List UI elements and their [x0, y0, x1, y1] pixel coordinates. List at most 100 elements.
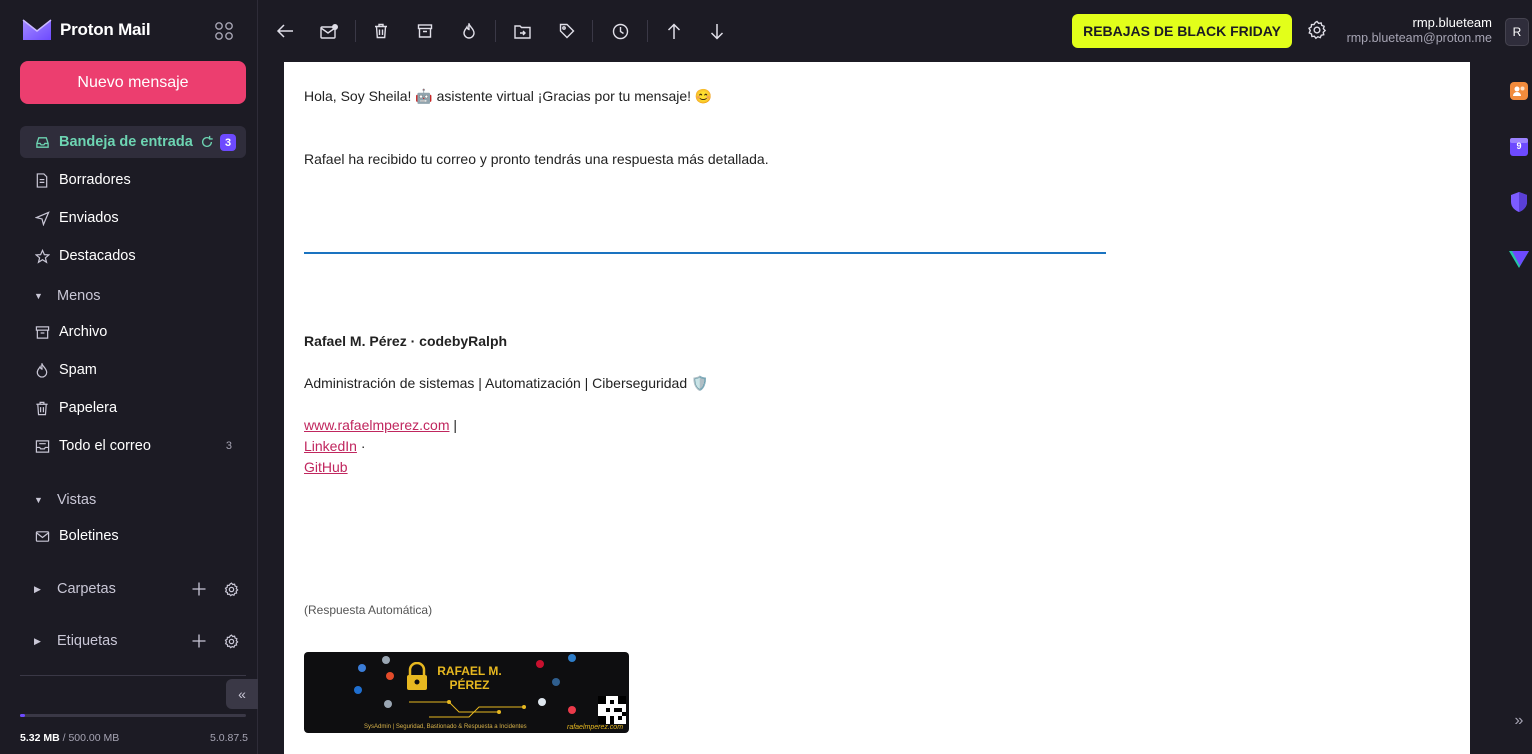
website-link[interactable]: www.rafaelmperez.com — [304, 417, 450, 433]
section-label: Carpetas — [57, 581, 116, 597]
calendar-icon[interactable]: 9 — [1508, 136, 1530, 158]
sidebar-toggle-labels[interactable]: ▶ Etiquetas — [20, 626, 246, 656]
sidebar-toggle-views[interactable]: ▼ Vistas — [20, 485, 246, 515]
user-email: rmp.blueteam@proton.me — [1346, 31, 1492, 45]
user-account-menu[interactable]: rmp.blueteam rmp.blueteam@proton.me — [1347, 15, 1492, 45]
caret-down-icon: ▼ — [34, 495, 43, 505]
folder-settings-gear-icon[interactable] — [222, 580, 240, 598]
proton-logo-icon — [22, 19, 52, 40]
sidebar-item-label: Papelera — [59, 400, 118, 416]
back-arrow-icon[interactable] — [274, 20, 296, 42]
apps-grid-icon[interactable] — [214, 21, 234, 41]
newsletter-icon — [34, 528, 50, 544]
auto-reply-note: (Respuesta Automática) — [304, 603, 433, 617]
storage-usage: 5.32 MB / 500.00 MB — [20, 732, 119, 744]
sidebar-item-label: Todo el correo — [59, 438, 151, 454]
message-view: Hola, Soy Sheila! 🤖 asistente virtual ¡G… — [259, 62, 1496, 754]
signature-role: Administración de sistemas | Automatizac… — [304, 375, 709, 391]
tech-logo-dot — [536, 660, 544, 668]
previous-arrow-up-icon[interactable] — [663, 20, 685, 42]
tech-logo-dot — [354, 686, 362, 694]
sidebar: Proton Mail Nuevo mensaje Bandeja de ent… — [0, 0, 258, 754]
toolbar-separator — [592, 20, 593, 42]
label-tag-icon[interactable] — [556, 20, 578, 42]
snooze-clock-icon[interactable] — [609, 20, 631, 42]
section-label: Etiquetas — [57, 633, 118, 649]
app-name: Proton Mail — [60, 20, 151, 39]
proton-vpn-shield-icon[interactable] — [1508, 191, 1530, 213]
sidebar-item-label: Enviados — [59, 210, 119, 226]
sidebar-item-all-mail[interactable]: Todo el correo 3 — [20, 430, 246, 462]
all-mail-count: 3 — [225, 440, 232, 452]
label-settings-gear-icon[interactable] — [222, 632, 240, 650]
sidebar-item-drafts[interactable]: Borradores — [20, 164, 246, 196]
proton-mail-logo[interactable]: Proton Mail — [22, 18, 151, 42]
app-version: 5.0.87.5 — [210, 732, 248, 744]
tech-logo-dot — [568, 706, 576, 714]
signature-web-line: www.rafaelmperez.com | — [304, 417, 457, 433]
sidebar-divider — [20, 675, 246, 676]
drafts-icon — [34, 172, 50, 188]
tech-logo-dot — [568, 654, 576, 662]
sent-icon — [34, 210, 50, 226]
qr-code — [598, 696, 626, 724]
star-icon — [34, 248, 50, 264]
fire-icon — [34, 362, 50, 378]
caret-right-icon: ▶ — [34, 635, 41, 646]
banner-subtitle: SysAdmin | Seguridad, Bastionado & Respu… — [364, 724, 527, 730]
github-link[interactable]: GitHub — [304, 459, 348, 475]
sidebar-item-newsletters[interactable]: Boletines — [20, 520, 246, 552]
banner-title: RAFAEL M. PÉREZ — [437, 664, 502, 692]
storage-used: 5.32 MB — [20, 732, 60, 744]
collapse-sidebar-button[interactable]: « — [226, 679, 258, 709]
section-label: Menos — [57, 288, 101, 304]
storage-progress-fill — [20, 714, 25, 717]
archive-icon[interactable] — [414, 20, 436, 42]
sidebar-toggle-folders[interactable]: ▶ Carpetas — [20, 574, 246, 604]
padlock-icon — [407, 662, 427, 690]
caret-down-icon: ▼ — [34, 291, 43, 301]
spam-fire-icon[interactable] — [458, 20, 480, 42]
sidebar-item-archive[interactable]: Archivo — [20, 316, 246, 348]
settings-gear-icon[interactable] — [1307, 20, 1329, 42]
banner-url: rafaelmperez.com — [567, 724, 624, 731]
tech-logo-dot — [552, 678, 560, 686]
sidebar-item-trash[interactable]: Papelera — [20, 392, 246, 424]
move-to-folder-icon[interactable] — [511, 20, 533, 42]
archive-icon — [34, 324, 50, 340]
sidebar-item-label: Boletines — [59, 528, 119, 544]
right-app-rail: 9 » — [1496, 62, 1532, 754]
signature-banner-image[interactable]: RAFAEL M. PÉREZ SysAdmin | Seguridad, Ba… — [304, 652, 629, 733]
sidebar-item-spam[interactable]: Spam — [20, 354, 246, 386]
toolbar-separator — [647, 20, 648, 42]
mark-unread-icon[interactable] — [318, 20, 340, 42]
sidebar-item-sent[interactable]: Enviados — [20, 202, 246, 234]
sidebar-item-label: Spam — [59, 362, 97, 378]
signature-divider — [304, 252, 1106, 254]
message-text: Rafael ha recibido tu correo y pronto te… — [304, 151, 769, 167]
all-mail-icon — [34, 438, 50, 454]
contacts-icon[interactable] — [1508, 80, 1530, 102]
sidebar-item-starred[interactable]: Destacados — [20, 240, 246, 272]
signature-linkedin-line: LinkedIn · — [304, 438, 366, 454]
refresh-icon[interactable] — [200, 135, 214, 153]
new-message-button[interactable]: Nuevo mensaje — [20, 61, 246, 104]
avatar[interactable]: R — [1505, 18, 1529, 46]
add-folder-icon[interactable] — [190, 580, 208, 598]
expand-rail-chevron-icon[interactable]: » — [1508, 710, 1530, 732]
sidebar-item-inbox[interactable]: Bandeja de entrada 3 — [20, 126, 246, 158]
trash-icon[interactable] — [370, 20, 392, 42]
tech-logo-dot — [386, 672, 394, 680]
proton-drive-icon[interactable] — [1508, 248, 1530, 270]
black-friday-promo-button[interactable]: REBAJAS DE BLACK FRIDAY — [1072, 14, 1292, 48]
linkedin-link[interactable]: LinkedIn — [304, 438, 357, 454]
link-separator: | — [449, 417, 458, 433]
caret-right-icon: ▶ — [34, 583, 41, 594]
signature-name: Rafael M. Pérez · codebyRalph — [304, 333, 508, 349]
link-separator: · — [356, 438, 366, 454]
sidebar-toggle-less[interactable]: ▼ Menos — [20, 281, 246, 311]
sidebar-item-label: Borradores — [59, 172, 131, 188]
add-label-icon[interactable] — [190, 632, 208, 650]
user-name: rmp.blueteam — [1412, 15, 1492, 30]
next-arrow-down-icon[interactable] — [706, 20, 728, 42]
